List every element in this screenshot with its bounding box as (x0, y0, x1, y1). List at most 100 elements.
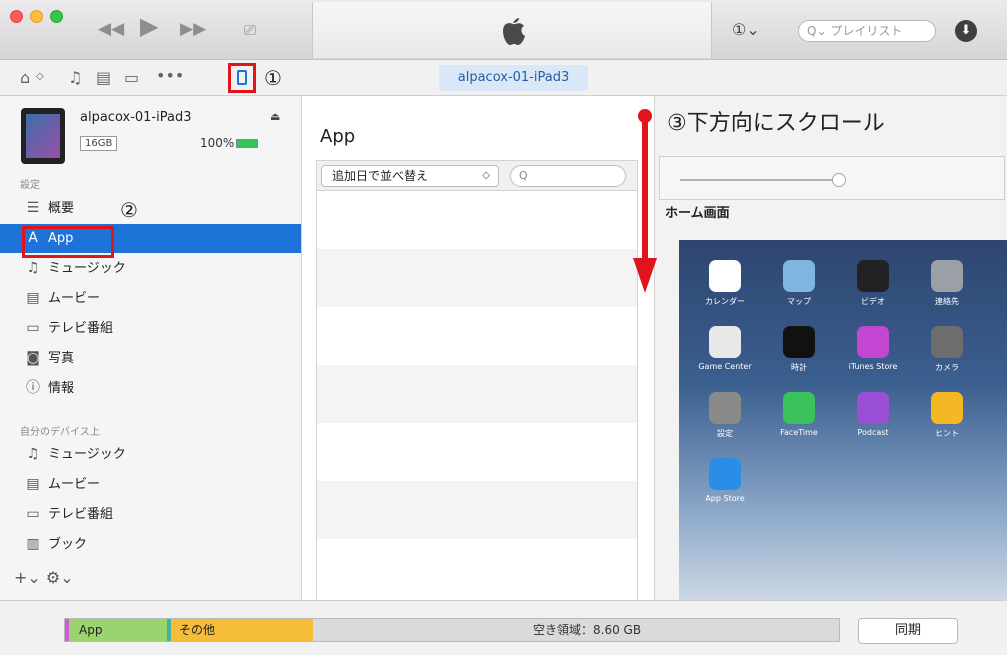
home-icon[interactable]: ⌂ (20, 68, 30, 87)
app-list-pane: App 追加日で並べ替え ◇ Q (302, 96, 654, 600)
page-slider[interactable] (659, 156, 1005, 200)
settings-section-label: 設定 (20, 180, 40, 191)
free-space-label: 空き領域：8.60 GB (533, 623, 642, 637)
device-button[interactable] (228, 63, 256, 93)
home-app-icon[interactable] (709, 392, 741, 424)
home-app-icon[interactable] (783, 326, 815, 358)
home-app-label: Game Center (698, 362, 752, 371)
account-button[interactable]: ①⌄ (732, 20, 760, 39)
storage-app-segment: App (65, 619, 167, 641)
battery-status: 100% (200, 136, 259, 150)
home-app-icon[interactable] (931, 260, 963, 292)
status-bar: App その他 空き領域：8.60 GB 同期 (0, 600, 1007, 655)
home-app-label: カメラ (935, 363, 959, 372)
capacity-badge: 16GB (80, 136, 118, 151)
lcd-display (312, 2, 712, 58)
storage-app-label: App (79, 623, 103, 637)
home-app-icon[interactable] (783, 260, 815, 292)
home-app-label: 設定 (717, 429, 733, 438)
sidebar-item-music[interactable]: ♫ ミュージック (0, 254, 301, 283)
sidebar-item-label: 概要 (48, 201, 75, 216)
fast-forward-button[interactable]: ▶▶ (180, 19, 206, 39)
list-item (317, 423, 637, 481)
minimize-window-button[interactable] (30, 10, 43, 23)
battery-icon (236, 139, 259, 148)
scroll-down-arrow (633, 118, 657, 293)
home-app-icon[interactable] (709, 458, 741, 490)
music-icon: ♫ (26, 260, 40, 276)
home-app-icon[interactable] (709, 260, 741, 292)
ipad-home-screen[interactable]: カレンダー マップ ビデオ 連絡先 Game Center 時計 iTunes Store カ… (679, 240, 1007, 600)
slider-knob[interactable] (832, 173, 846, 187)
list-item (317, 481, 637, 539)
sidebar-item-tv[interactable]: ▭ テレビ番組 (0, 314, 301, 343)
sidebar-footer-controls[interactable]: +⌄ ⚙⌄ (14, 568, 74, 587)
sidebar-item-label: ミュージック (48, 447, 126, 462)
home-screen-pane: ホーム画面 カレンダー マップ ビデオ 連絡先 Game Center 時計 iTunes … (654, 96, 1007, 600)
title-bar: ◀◀ ▶ ▶▶ ⎚ ①⌄ Q⌄ プレイリスト ⬇ (0, 0, 1007, 60)
battery-percent: 100% (200, 136, 235, 150)
film-icon: ▤ (26, 290, 40, 306)
home-app-icon[interactable] (857, 326, 889, 358)
sidebar-item-camera[interactable]: ◙ 写真 (0, 344, 301, 373)
home-app-label: カレンダー (705, 297, 745, 306)
sidebar-item-tv[interactable]: ▭ テレビ番組 (0, 500, 301, 529)
download-icon[interactable]: ⬇ (955, 20, 977, 42)
on-device-section-label: 自分のデバイス上 (20, 427, 100, 438)
home-screen-label: ホーム画面 (665, 206, 730, 221)
storage-other-segment: その他 (167, 619, 313, 641)
film-icon[interactable]: ▤ (96, 68, 111, 87)
page-title: App (320, 126, 356, 147)
home-app-icon[interactable] (931, 326, 963, 358)
home-app-label: ヒント (935, 429, 959, 438)
app-search-input[interactable]: Q (510, 165, 626, 187)
home-app-label: App Store (705, 494, 745, 503)
film-icon: ▤ (26, 476, 40, 492)
select-arrows-icon: ◇ (482, 170, 490, 181)
sidebar-item-film[interactable]: ▤ ムービー (0, 284, 301, 313)
apps-list: 追加日で並べ替え ◇ Q (316, 160, 638, 600)
search-input[interactable]: Q⌄ プレイリスト (798, 20, 936, 42)
summary-icon: ☰ (26, 200, 40, 216)
home-app-icon[interactable] (857, 260, 889, 292)
music-icon: ♫ (26, 446, 40, 462)
more-icon[interactable]: ••• (156, 66, 184, 85)
home-app-icon[interactable] (709, 326, 741, 358)
sort-select[interactable]: 追加日で並べ替え ◇ (321, 165, 499, 187)
tv-icon: ▭ (26, 320, 40, 336)
sidebar-item-label: ムービー (48, 477, 101, 492)
sidebar-item-film[interactable]: ▤ ムービー (0, 470, 301, 499)
rewind-button[interactable]: ◀◀ (98, 19, 124, 39)
sidebar-item-summary[interactable]: ☰ 概要 (0, 194, 301, 223)
home-app-label: 時計 (791, 363, 807, 372)
annotation-marker-1: ① (264, 66, 282, 90)
camera-icon: ◙ (26, 350, 40, 366)
close-window-button[interactable] (10, 10, 23, 23)
play-button[interactable]: ▶ (140, 14, 158, 38)
sidebar-item-book[interactable]: ▥ ブック (0, 530, 301, 559)
sync-button[interactable]: 同期 (858, 618, 958, 644)
home-app-icon[interactable] (857, 392, 889, 424)
device-tab[interactable]: alpacox-01-iPad3 (439, 65, 588, 91)
music-icon[interactable]: ♫ (68, 68, 82, 87)
list-item (317, 249, 637, 307)
home-app-label: 連絡先 (935, 297, 959, 306)
chevron-updown-icon[interactable]: ◇ (36, 71, 44, 82)
storage-other-label: その他 (179, 623, 216, 637)
home-app-icon[interactable] (783, 392, 815, 424)
ipad-icon (237, 70, 247, 85)
sidebar-item-music[interactable]: ♫ ミュージック (0, 440, 301, 469)
zoom-window-button[interactable] (50, 10, 63, 23)
eject-icon[interactable]: ⏏ (270, 110, 280, 123)
airplay-button[interactable]: ⎚ (244, 20, 256, 40)
tv-icon: ▭ (26, 506, 40, 522)
sidebar-item-info[interactable]: ⓘ 情報 (0, 374, 301, 403)
home-app-label: Podcast (857, 428, 889, 437)
media-toolbar: ⌂ ◇ ♫ ▤ ▭ ••• ① alpacox-01-iPad3 (0, 60, 1007, 96)
sidebar: alpacox-01-iPad3 ⏏ 16GB 100% 設定 ☰ 概要 A App ♫… (0, 96, 302, 600)
list-header: 追加日で並べ替え ◇ Q (317, 161, 637, 191)
itunes-window: ◀◀ ▶ ▶▶ ⎚ ①⌄ Q⌄ プレイリスト ⬇ ⌂ ◇ ♫ ▤ ▭ ••• ①… (0, 0, 1007, 655)
home-app-icon[interactable] (931, 392, 963, 424)
sidebar-item-label: テレビ番組 (48, 507, 114, 522)
tv-icon[interactable]: ▭ (124, 68, 139, 87)
